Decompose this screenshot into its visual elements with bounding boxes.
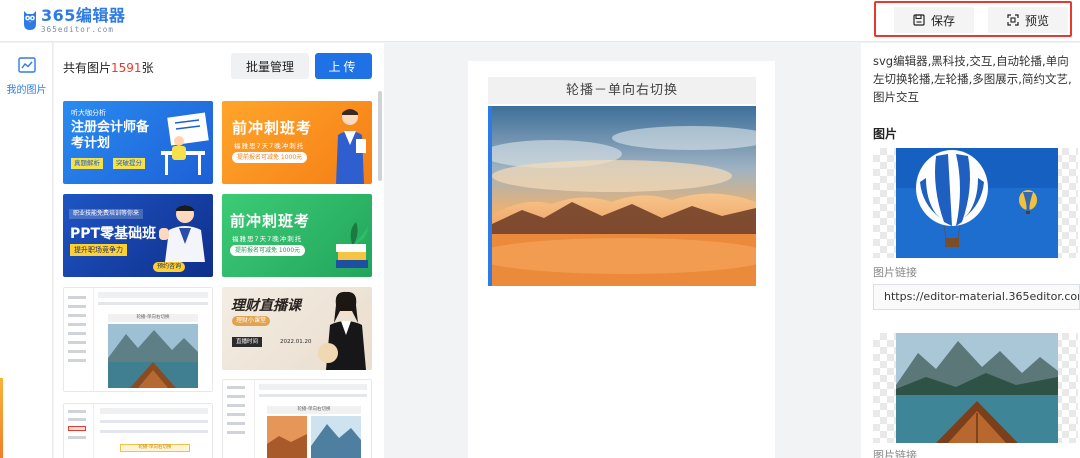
logo[interactable]: 365编辑器 365editor.com [22,7,125,34]
upload-button[interactable]: 上传 [315,53,372,79]
preview-icon [1007,14,1019,26]
thumb-person-illustration [159,205,205,262]
image-count: 共有图片1591张 [63,59,154,76]
image-library-panel: 共有图片1591张 批量管理 上传 听大咖分析 注册会计师备考计划 真题解析 突… [54,43,384,458]
logo-owl-icon [22,7,38,31]
thumb-title: 前冲刺班考 [230,212,311,230]
thumb-tag: 真题解析 [71,158,103,169]
sidebar-item-my-images[interactable]: 我的图片 [0,57,53,96]
image-chart-icon [17,57,36,73]
images-section-title: 图片 [873,127,898,141]
sidebar-accent-bar [0,378,3,458]
image-thumb-8[interactable]: 轮播-单向右切换 [222,379,372,458]
thumb-date: 2022.01.20 [280,339,312,345]
image-link-label: 图片链接 [873,266,917,279]
top-header: 365编辑器 365editor.com 保存 预览 [0,0,1080,42]
image-slot-2[interactable] [873,333,1078,443]
editor-canvas[interactable]: 轮播－单向右切换 [468,61,775,458]
image-thumb-2[interactable]: 前冲刺班考 福雅思7天7晚冲刺托 提前报名可减免 1000元 [222,101,372,184]
carousel-title[interactable]: 轮播－单向右切换 [488,77,756,104]
image-thumb-3[interactable]: 职业技能免费培训等你来 PPT零基础班 提升职场竞争力 预约咨询 [63,194,213,277]
count-prefix: 共有图片 [63,61,112,75]
thumb-tag: 理财小课堂 [232,316,271,326]
image-link-input[interactable]: https://editor-material.365editor.com [873,284,1080,310]
image-link-label: 图片链接 [873,449,917,458]
thumb-mini-title: 轮播-单向右切换 [267,406,361,414]
thumb-tag: 提升职场竞争力 [70,244,127,256]
thumb-cta: 预约咨询 [153,262,186,272]
batch-manage-button[interactable]: 批量管理 [231,53,309,79]
thumb-title: 理财直播课 [231,298,301,314]
header-actions-highlight: 保存 预览 [874,1,1072,37]
count-suffix: 张 [141,61,154,75]
thumb-title: 注册会计师备考计划 [71,120,150,151]
thumb-tag: 直播时间 [232,337,263,347]
sunset-mountain-photo [492,106,756,286]
save-label: 保存 [930,13,955,28]
image-thumb-1[interactable]: 听大咖分析 注册会计师备考计划 真题解析 突破提分 [63,101,213,184]
thumb-tag: 突破提分 [113,158,145,169]
thumb-mini-title: 轮播-单向右切换 [108,314,198,322]
thumb-promo: 提前报名可减免 1000元 [230,245,306,256]
image-thumb-6[interactable]: 理财直播课 理财小课堂 直播时间 2022.01.20 [222,287,372,370]
hot-air-balloon-photo [896,148,1058,258]
preview-label: 预览 [1024,13,1049,28]
thumb-sunset-illustration [267,416,361,458]
thumb-books-illustration [336,222,368,268]
thumb-kicker: 听大咖分析 [71,109,106,117]
template-description: svg编辑器,黑科技,交互,自动轮播,单向左切换轮播,左轮播,多图展示,简约文艺… [873,54,1072,104]
thumb-title: PPT零基础班 [70,226,157,242]
thumb-subtitle: 福雅思7天7晚冲刺托 [232,235,303,243]
save-icon [913,14,925,26]
thumb-illustration [161,112,209,175]
image-slot-1[interactable] [873,148,1078,258]
carousel-image[interactable] [488,106,756,286]
image-thumb-5[interactable]: 轮播-单向右切换 [63,287,213,392]
editor-app: 365编辑器 365editor.com 保存 预览 我的图片 共有图片1591… [0,0,1080,458]
tool-sidebar: 我的图片 [0,43,53,458]
panel-scrollbar[interactable] [378,91,382,181]
thumb-subtitle: 福雅思7天7晚冲刺托 [234,142,305,150]
thumb-title: 前冲刺班考 [232,119,313,137]
thumb-mini-title: 轮播-单向右切换 [120,444,190,452]
image-thumb-4[interactable]: 前冲刺班考 福雅思7天7晚冲刺托 提前报名可减免 1000元 [222,194,372,277]
thumb-person-illustration [336,109,366,184]
attributes-panel: svg编辑器,黑科技,交互,自动轮播,单向左切换轮播,左轮播,多图展示,简约文艺… [861,43,1080,458]
count-number: 1591 [111,61,142,75]
thumb-kicker: 职业技能免费培训等你来 [69,209,144,219]
logo-subtitle: 365editor.com [41,25,114,34]
thumb-presenter-illustration [318,291,366,370]
lake-boat-photo [896,333,1058,443]
sidebar-item-label: 我的图片 [6,85,47,96]
image-thumb-7[interactable]: 轮播-单向右切换 [63,403,213,458]
thumb-promo: 提前报名可减免 1000元 [232,152,308,163]
thumb-lake-illustration [108,324,198,388]
preview-button[interactable]: 预览 [988,7,1068,33]
logo-title: 365编辑器 [41,6,126,25]
save-button[interactable]: 保存 [894,7,974,33]
